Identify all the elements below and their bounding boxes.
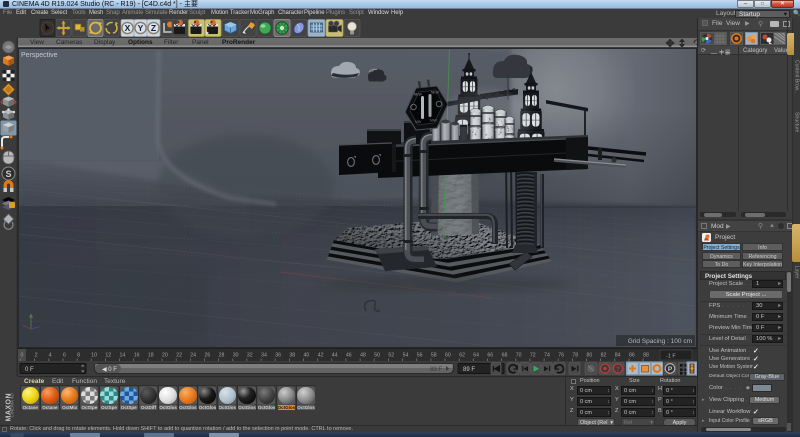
svg-text:30: 30 (233, 353, 239, 359)
svg-text:0: 0 (21, 353, 24, 359)
svg-text:14: 14 (120, 353, 126, 359)
svg-text:80: 80 (587, 353, 593, 359)
svg-text:X: X (125, 23, 131, 33)
svg-text:60: 60 (445, 353, 451, 359)
svg-text:S: S (5, 169, 11, 179)
svg-text:52: 52 (388, 353, 394, 359)
svg-text:66: 66 (487, 353, 493, 359)
svg-text:44: 44 (332, 353, 338, 359)
svg-text:18: 18 (148, 353, 154, 359)
svg-text:16: 16 (134, 353, 140, 359)
svg-text:0 F: 0 F (25, 367, 34, 373)
svg-text:88: 88 (643, 353, 649, 359)
svg-text:MIN: MIN (415, 120, 422, 124)
svg-text:70: 70 (516, 353, 522, 359)
svg-text:26: 26 (205, 353, 211, 359)
svg-text:82: 82 (601, 353, 607, 359)
svg-text:20: 20 (162, 353, 168, 359)
svg-text:MAX: MAX (430, 119, 438, 123)
svg-text:◀ 0 F: ◀ 0 F (102, 367, 117, 373)
svg-text:24: 24 (190, 353, 196, 359)
svg-text:-1 F: -1 F (666, 354, 676, 360)
svg-text:40: 40 (304, 353, 310, 359)
svg-text:Z: Z (151, 23, 156, 33)
svg-text:34: 34 (261, 353, 267, 359)
svg-text:28: 28 (219, 353, 225, 359)
svg-text:42: 42 (318, 353, 324, 359)
svg-text:12: 12 (105, 353, 111, 359)
svg-text:84: 84 (615, 353, 621, 359)
svg-text:NEW: NEW (414, 93, 423, 97)
svg-text:62: 62 (459, 353, 465, 359)
svg-text:38: 38 (289, 353, 295, 359)
svg-text:22: 22 (176, 353, 182, 359)
svg-text:4: 4 (49, 353, 52, 359)
svg-text:78: 78 (572, 353, 578, 359)
svg-text:32: 32 (247, 353, 253, 359)
svg-text:76: 76 (558, 353, 564, 359)
svg-text:50: 50 (374, 353, 380, 359)
svg-text:74: 74 (544, 353, 550, 359)
svg-text:P: P (668, 366, 673, 373)
svg-text:NEW: NEW (431, 91, 440, 95)
svg-text:Y: Y (138, 23, 144, 33)
svg-text:56: 56 (417, 353, 423, 359)
svg-text:8: 8 (77, 353, 80, 359)
svg-text:58: 58 (431, 353, 437, 359)
svg-text:86: 86 (629, 353, 635, 359)
svg-text:36: 36 (275, 353, 281, 359)
svg-text:72: 72 (530, 353, 536, 359)
svg-text:89 F: 89 F (430, 367, 442, 373)
svg-text:89 F: 89 F (463, 367, 475, 373)
svg-text:2: 2 (35, 353, 38, 359)
svg-text:6: 6 (63, 353, 66, 359)
svg-text:10: 10 (91, 353, 97, 359)
svg-text:68: 68 (502, 353, 508, 359)
svg-text:?: ? (616, 366, 620, 373)
svg-text:46: 46 (346, 353, 352, 359)
svg-text:48: 48 (360, 353, 366, 359)
svg-text:Perspective: Perspective (21, 52, 58, 59)
svg-text:64: 64 (473, 353, 479, 359)
svg-text:54: 54 (403, 353, 409, 359)
svg-text:Grid Spacing : 100 cm: Grid Spacing : 100 cm (628, 338, 692, 345)
